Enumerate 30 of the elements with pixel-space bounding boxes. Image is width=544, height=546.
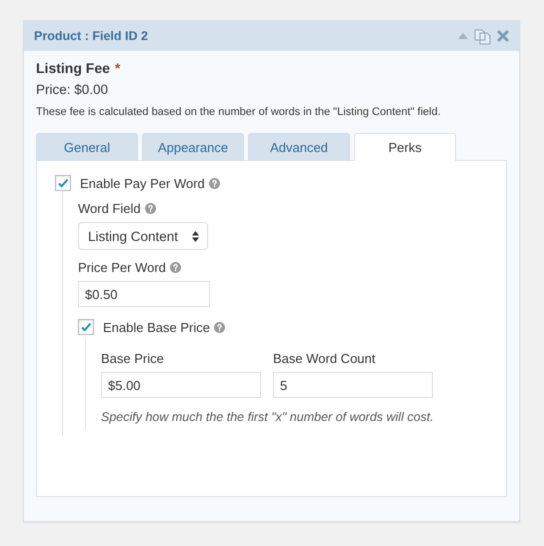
price-per-word-field[interactable]: $0.50 bbox=[78, 281, 210, 307]
field-label: Listing Fee bbox=[36, 60, 110, 76]
word-field-select[interactable]: Listing Content bbox=[78, 222, 208, 250]
help-icon[interactable] bbox=[214, 322, 225, 332]
tab[interactable]: Appearance bbox=[142, 133, 244, 161]
price-text: Price: $0.00 bbox=[36, 82, 110, 97]
required-mark: * bbox=[114, 60, 120, 76]
checkbox-label: Enable Base Price bbox=[103, 320, 210, 334]
checkbox[interactable] bbox=[78, 319, 94, 335]
help-icon[interactable] bbox=[144, 203, 156, 214]
field-description: These fee is calculated based on the number of words in the "Listing Content" field. bbox=[36, 106, 442, 118]
field-label: Base Word Count bbox=[273, 351, 376, 366]
base-input-field[interactable]: $5.00 bbox=[101, 372, 261, 398]
checkbox-label: Enable Pay Per Word bbox=[80, 176, 205, 190]
tab[interactable]: Perks bbox=[354, 133, 456, 161]
copy-icon[interactable] bbox=[474, 28, 491, 44]
tab[interactable]: General bbox=[36, 133, 138, 161]
tab[interactable]: Advanced bbox=[248, 133, 350, 161]
field-label: Price Per Word bbox=[78, 260, 166, 275]
collapse-icon[interactable] bbox=[458, 33, 468, 39]
help-icon[interactable] bbox=[170, 262, 181, 273]
help-icon[interactable] bbox=[208, 178, 220, 188]
help-note: Specify how much the the first "x" number of words will cost. bbox=[101, 410, 435, 424]
select-arrows-icon bbox=[192, 230, 199, 242]
close-icon[interactable] bbox=[497, 30, 509, 42]
checkbox[interactable] bbox=[55, 175, 71, 191]
panel-title: Product : Field ID 2 bbox=[34, 29, 148, 43]
field-label: Base Price bbox=[101, 351, 164, 366]
base-input-field[interactable]: 5 bbox=[273, 372, 433, 398]
field-label: Word Field bbox=[78, 201, 141, 216]
